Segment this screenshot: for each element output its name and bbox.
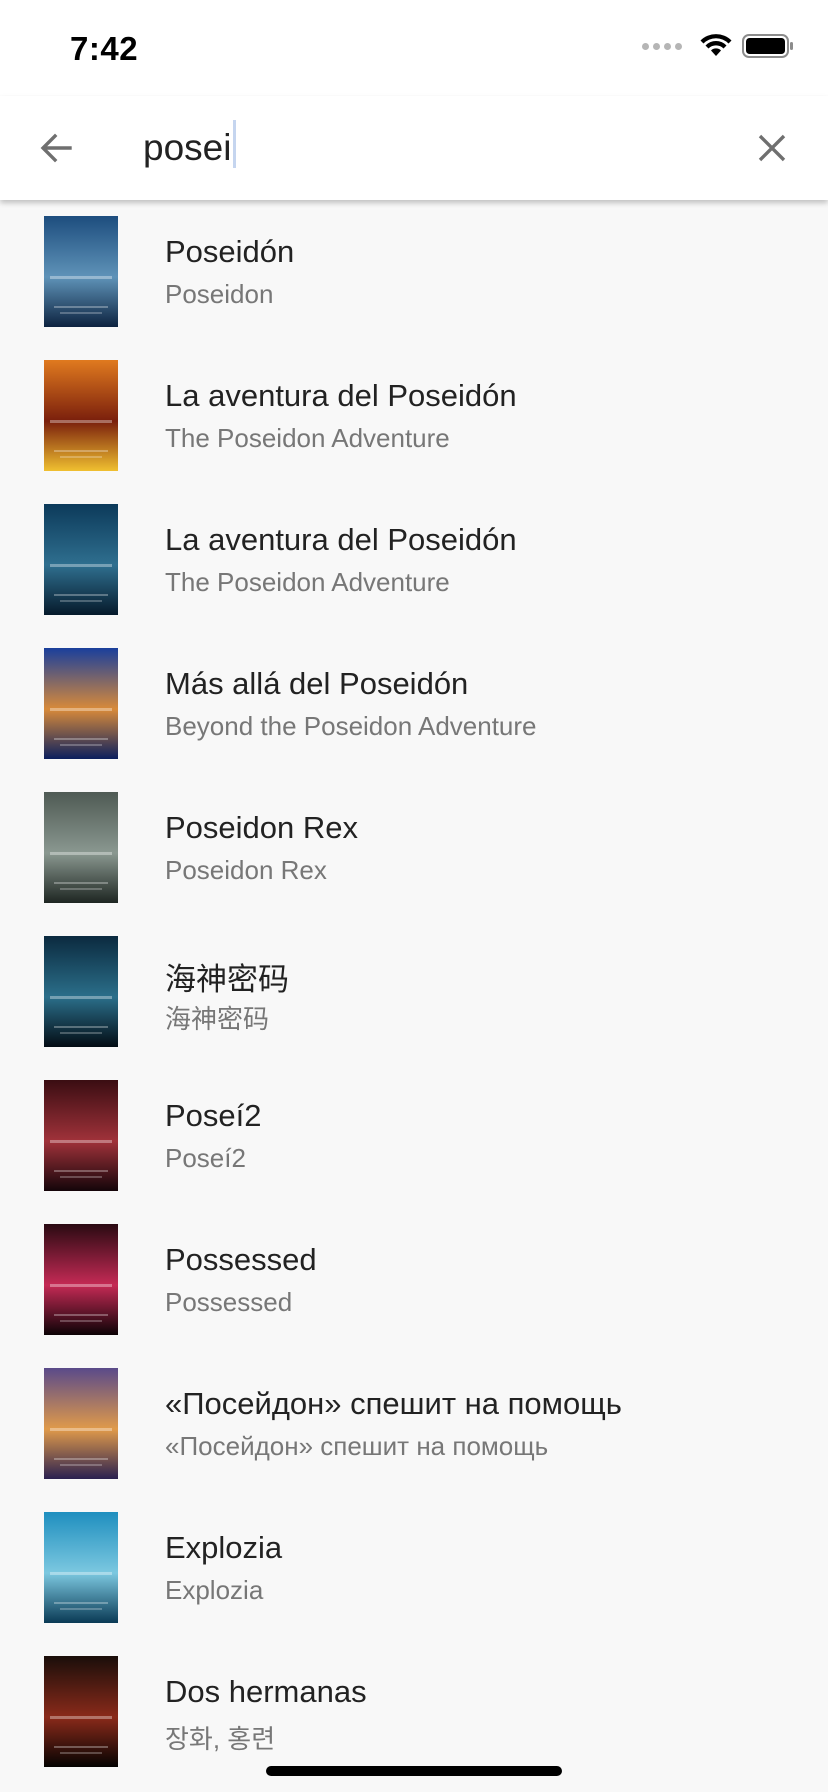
battery-icon — [742, 34, 793, 58]
result-item[interactable]: Possessed Possessed — [0, 1208, 828, 1352]
search-app-bar — [0, 96, 828, 200]
status-bar: 7:42 — [0, 0, 828, 96]
status-icons — [642, 34, 794, 58]
movie-poster — [44, 1224, 118, 1335]
result-subtitle: The Poseidon Adventure — [165, 567, 450, 597]
result-title: Possessed — [165, 1242, 317, 1277]
result-subtitle: Poseí2 — [165, 1143, 246, 1173]
movie-poster — [44, 216, 118, 327]
result-item[interactable]: Explozia Explozia — [0, 1496, 828, 1640]
result-title: Explozia — [165, 1530, 283, 1565]
result-subtitle: 海神密码 — [165, 1004, 270, 1034]
movie-poster — [44, 1080, 118, 1191]
result-item[interactable]: 海神密码 海神密码 — [0, 920, 828, 1064]
result-title: Más allá del Poseidón — [165, 666, 469, 701]
result-subtitle: Explozia — [165, 1575, 264, 1605]
cellular-signal-icon — [642, 42, 682, 50]
movie-poster — [44, 1512, 118, 1623]
result-item[interactable]: Poseí2 Poseí2 — [0, 1064, 828, 1208]
result-item[interactable]: Poseidón Poseidon — [0, 200, 828, 344]
result-item[interactable]: Más allá del Poseidón Beyond the Poseidon… — [0, 632, 828, 776]
movie-poster — [44, 1368, 118, 1479]
result-item[interactable]: Poseidon Rex Poseidon Rex — [0, 776, 828, 920]
result-title: Poseidon Rex — [165, 810, 359, 845]
result-title: 海神密码 — [165, 962, 289, 997]
result-item[interactable]: Dos hermanas 장화, 홍련 — [0, 1640, 828, 1784]
text-cursor — [233, 120, 236, 168]
result-title: La aventura del Poseidón — [165, 378, 517, 413]
result-item[interactable]: «Посейдон» спешит на помощь «Посейдон» сп… — [0, 1352, 828, 1496]
result-subtitle: Poseidon Rex — [165, 855, 327, 885]
movie-poster — [44, 936, 118, 1047]
clear-search-button[interactable] — [746, 122, 798, 174]
result-subtitle: Poseidon — [165, 279, 274, 309]
result-title: Poseidón — [165, 234, 295, 269]
result-title: «Посейдон» спешит на помощь — [165, 1386, 622, 1421]
wifi-icon — [700, 34, 732, 56]
result-subtitle: 장화, 홍련 — [165, 1724, 276, 1754]
result-title: La aventura del Poseidón — [165, 522, 517, 557]
home-indicator[interactable] — [266, 1766, 562, 1776]
movie-poster — [44, 792, 118, 903]
result-subtitle: «Посейдон» спешит на помощь — [165, 1431, 549, 1461]
back-button[interactable] — [30, 122, 82, 174]
result-title: Dos hermanas — [165, 1674, 367, 1709]
result-subtitle: Possessed — [165, 1287, 293, 1317]
movie-poster — [44, 1656, 118, 1767]
result-subtitle: The Poseidon Adventure — [165, 423, 450, 453]
movie-poster — [44, 360, 118, 471]
movie-poster — [44, 648, 118, 759]
result-title: Poseí2 — [165, 1098, 262, 1133]
close-icon — [758, 134, 786, 162]
result-item[interactable]: La aventura del Poseidón The Poseidon Adv… — [0, 344, 828, 488]
result-subtitle: Beyond the Poseidon Adventure — [165, 711, 537, 741]
status-time: 7:42 — [70, 30, 139, 67]
arrow-left-icon — [40, 133, 72, 163]
movie-poster — [44, 504, 118, 615]
search-results-list: Poseidón Poseidon La aventura del Poseidón… — [0, 200, 828, 1784]
result-item[interactable]: La aventura del Poseidón The Poseidon Adv… — [0, 488, 828, 632]
